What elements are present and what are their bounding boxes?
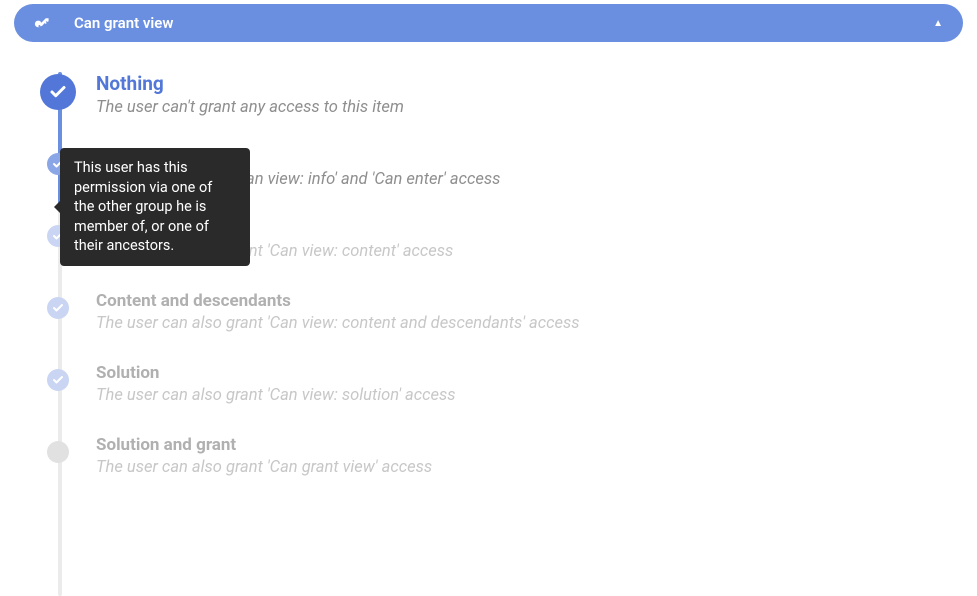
- option-desc: The user can also grant 'Can grant view'…: [96, 458, 963, 477]
- key-icon: [34, 15, 50, 31]
- permission-header-title: Can grant view: [74, 14, 933, 32]
- permission-timeline: Nothing The user can't grant any access …: [14, 72, 963, 477]
- permission-option-solution[interactable]: Solution The user can also grant 'Can vi…: [62, 363, 963, 405]
- option-desc: The user can also grant 'Can view: conte…: [96, 314, 963, 333]
- check-icon: [47, 369, 69, 391]
- option-title: Solution and grant: [96, 435, 963, 455]
- permission-option-solution-grant[interactable]: Solution and grant The user can also gra…: [62, 435, 963, 477]
- permission-option-nothing[interactable]: Nothing The user can't grant any access …: [62, 72, 963, 117]
- bullet-icon: [47, 441, 69, 463]
- option-title: Solution: [96, 363, 963, 383]
- option-desc: The user can also grant 'Can view: solut…: [96, 386, 963, 405]
- check-icon: [40, 74, 76, 110]
- option-title: Content and descendants: [96, 291, 963, 311]
- permission-tooltip: This user has this permission via one of…: [60, 148, 250, 266]
- option-title: Nothing: [96, 72, 963, 95]
- permission-header[interactable]: Can grant view ▲: [14, 4, 963, 42]
- caret-up-icon: ▲: [933, 18, 943, 29]
- permission-option-content-descendants[interactable]: Content and descendants The user can als…: [62, 291, 963, 333]
- option-desc: The user can't grant any access to this …: [96, 98, 963, 117]
- check-icon: [47, 297, 69, 319]
